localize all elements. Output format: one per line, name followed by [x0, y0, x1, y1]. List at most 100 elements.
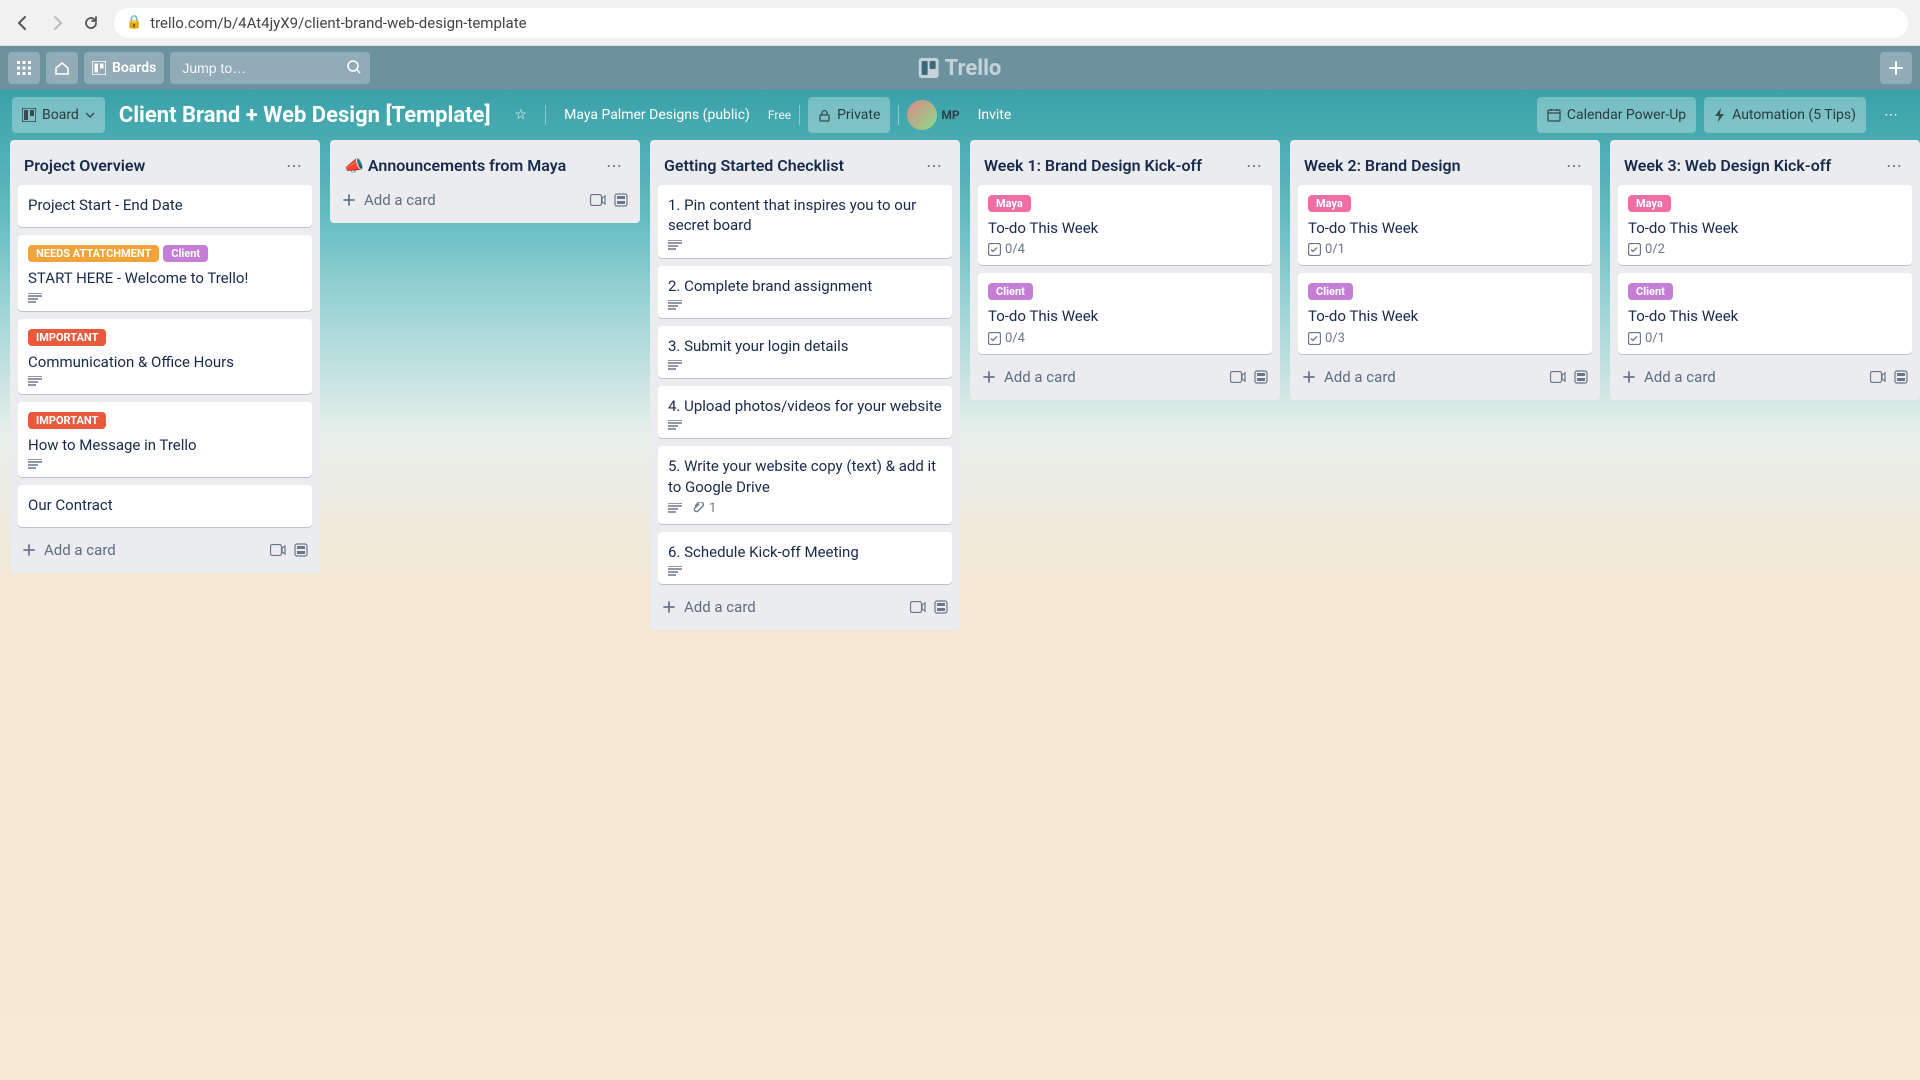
card[interactable]: MayaTo-do This Week0/1: [1298, 185, 1592, 265]
card-label[interactable]: Maya: [988, 195, 1031, 212]
brand-logo[interactable]: Trello: [919, 56, 1002, 81]
card-label[interactable]: Client: [163, 245, 208, 262]
add-card-button[interactable]: Add a card: [1644, 368, 1716, 386]
card[interactable]: 1. Pin content that inspires you to our …: [658, 185, 952, 258]
card[interactable]: ClientTo-do This Week0/3: [1298, 273, 1592, 353]
card-title: How to Message in Trello: [28, 435, 302, 455]
forward-button[interactable]: [46, 12, 68, 34]
add-card-button[interactable]: Add a card: [44, 541, 116, 559]
card[interactable]: 4. Upload photos/videos for your website: [658, 386, 952, 438]
card[interactable]: IMPORTANT How to Message in Trello: [18, 402, 312, 477]
invite-button[interactable]: Invite: [968, 97, 1022, 133]
card-title: 2. Complete brand assignment: [668, 276, 942, 296]
board-view-button[interactable]: Board: [12, 97, 105, 133]
add-card-button[interactable]: Add a card: [364, 191, 436, 209]
divider: [545, 105, 546, 125]
board-title[interactable]: Client Brand + Web Design [Template]: [113, 103, 497, 128]
plus-icon: [342, 193, 356, 207]
list-menu-button[interactable]: ⋯: [1242, 154, 1266, 177]
card[interactable]: ClientTo-do This Week0/1: [1618, 273, 1912, 353]
card[interactable]: 6. Schedule Kick-off Meeting: [658, 532, 952, 584]
board-header: Board Client Brand + Web Design [Templat…: [0, 90, 1920, 140]
brand-text: Trello: [945, 56, 1002, 81]
description-icon: [668, 300, 682, 310]
card-label[interactable]: Client: [1308, 283, 1353, 300]
video-icon[interactable]: [270, 544, 286, 556]
template-icon[interactable]: [934, 600, 948, 614]
url-bar[interactable]: 🔒 trello.com/b/4At4jyX9/client-brand-web…: [114, 8, 1908, 38]
video-icon[interactable]: [590, 194, 606, 206]
workspace-label: Maya Palmer Designs (public): [564, 107, 750, 123]
workspace-button[interactable]: Maya Palmer Designs (public): [554, 97, 760, 133]
card-label[interactable]: Client: [988, 283, 1033, 300]
template-icon[interactable]: [294, 543, 308, 557]
card[interactable]: NEEDS ATTATCHMENTClientSTART HERE - Welc…: [18, 235, 312, 310]
visibility-button[interactable]: Private: [808, 97, 890, 133]
chevron-down-icon: [85, 110, 95, 120]
list-title[interactable]: 📣 Announcements from Maya: [344, 156, 566, 175]
card[interactable]: 3. Submit your login details: [658, 326, 952, 378]
card-labels: Maya: [1628, 195, 1902, 212]
list-menu-button[interactable]: ⋯: [1562, 154, 1586, 177]
card-label[interactable]: Maya: [1628, 195, 1671, 212]
card[interactable]: ClientTo-do This Week0/4: [978, 273, 1272, 353]
card[interactable]: 2. Complete brand assignment: [658, 266, 952, 318]
video-icon[interactable]: [910, 601, 926, 613]
calendar-label: Calendar Power-Up: [1567, 107, 1686, 123]
video-icon[interactable]: [1550, 371, 1566, 383]
reload-button[interactable]: [80, 12, 102, 34]
template-icon[interactable]: [614, 193, 628, 207]
back-button[interactable]: [12, 12, 34, 34]
card[interactable]: MayaTo-do This Week0/4: [978, 185, 1272, 265]
card-label[interactable]: Client: [1628, 283, 1673, 300]
list: Week 3: Web Design Kick-off ⋯ MayaTo-do Th…: [1610, 140, 1920, 400]
search-input[interactable]: [170, 52, 370, 84]
card-label[interactable]: IMPORTANT: [28, 329, 106, 346]
card[interactable]: Project Start - End Date: [18, 185, 312, 227]
add-card-button[interactable]: Add a card: [1004, 368, 1076, 386]
add-card-button[interactable]: Add a card: [1324, 368, 1396, 386]
list-title[interactable]: Week 3: Web Design Kick-off: [1624, 156, 1831, 175]
card-title: To-do This Week: [1308, 306, 1582, 326]
plus-icon: [1622, 370, 1636, 384]
video-icon[interactable]: [1870, 371, 1886, 383]
card-title: 1. Pin content that inspires you to our …: [668, 195, 942, 236]
search-box[interactable]: [170, 52, 370, 84]
card[interactable]: 5. Write your website copy (text) & add …: [658, 446, 952, 524]
member-avatar[interactable]: MP: [907, 100, 959, 130]
template-icon[interactable]: [1574, 370, 1588, 384]
board-menu-button[interactable]: ⋯: [1874, 97, 1908, 133]
add-button[interactable]: [1880, 52, 1912, 84]
card-label[interactable]: NEEDS ATTATCHMENT: [28, 245, 159, 262]
template-icon[interactable]: [1894, 370, 1908, 384]
add-card-button[interactable]: Add a card: [684, 598, 756, 616]
template-icon[interactable]: [1254, 370, 1268, 384]
video-icon[interactable]: [1230, 371, 1246, 383]
list-title[interactable]: Project Overview: [24, 156, 145, 175]
card-labels: Maya: [988, 195, 1262, 212]
automation-button[interactable]: Automation (5 Tips): [1704, 97, 1866, 133]
home-button[interactable]: [46, 52, 78, 84]
list-menu-button[interactable]: ⋯: [282, 154, 306, 177]
card[interactable]: Our Contract: [18, 485, 312, 527]
card-title: 5. Write your website copy (text) & add …: [668, 456, 942, 497]
checklist-badge: 0/4: [988, 242, 1025, 257]
boards-button[interactable]: Boards: [84, 52, 164, 84]
list-title[interactable]: Week 2: Brand Design: [1304, 156, 1461, 175]
card[interactable]: MayaTo-do This Week0/2: [1618, 185, 1912, 265]
list-menu-button[interactable]: ⋯: [602, 154, 626, 177]
apps-button[interactable]: [8, 52, 40, 84]
card[interactable]: IMPORTANTCommunication & Office Hours: [18, 319, 312, 394]
card-label[interactable]: IMPORTANT: [28, 412, 106, 429]
list-menu-button[interactable]: ⋯: [922, 154, 946, 177]
calendar-powerup-button[interactable]: Calendar Power-Up: [1537, 97, 1696, 133]
star-button[interactable]: ☆: [505, 97, 538, 133]
card-labels: IMPORTANT: [28, 329, 302, 346]
list-title[interactable]: Getting Started Checklist: [664, 156, 844, 175]
browser-chrome: 🔒 trello.com/b/4At4jyX9/client-brand-web…: [0, 0, 1920, 46]
list-title[interactable]: Week 1: Brand Design Kick-off: [984, 156, 1202, 175]
list-menu-button[interactable]: ⋯: [1882, 154, 1906, 177]
description-icon: [668, 420, 682, 430]
card-labels: Client: [1308, 283, 1582, 300]
card-label[interactable]: Maya: [1308, 195, 1351, 212]
